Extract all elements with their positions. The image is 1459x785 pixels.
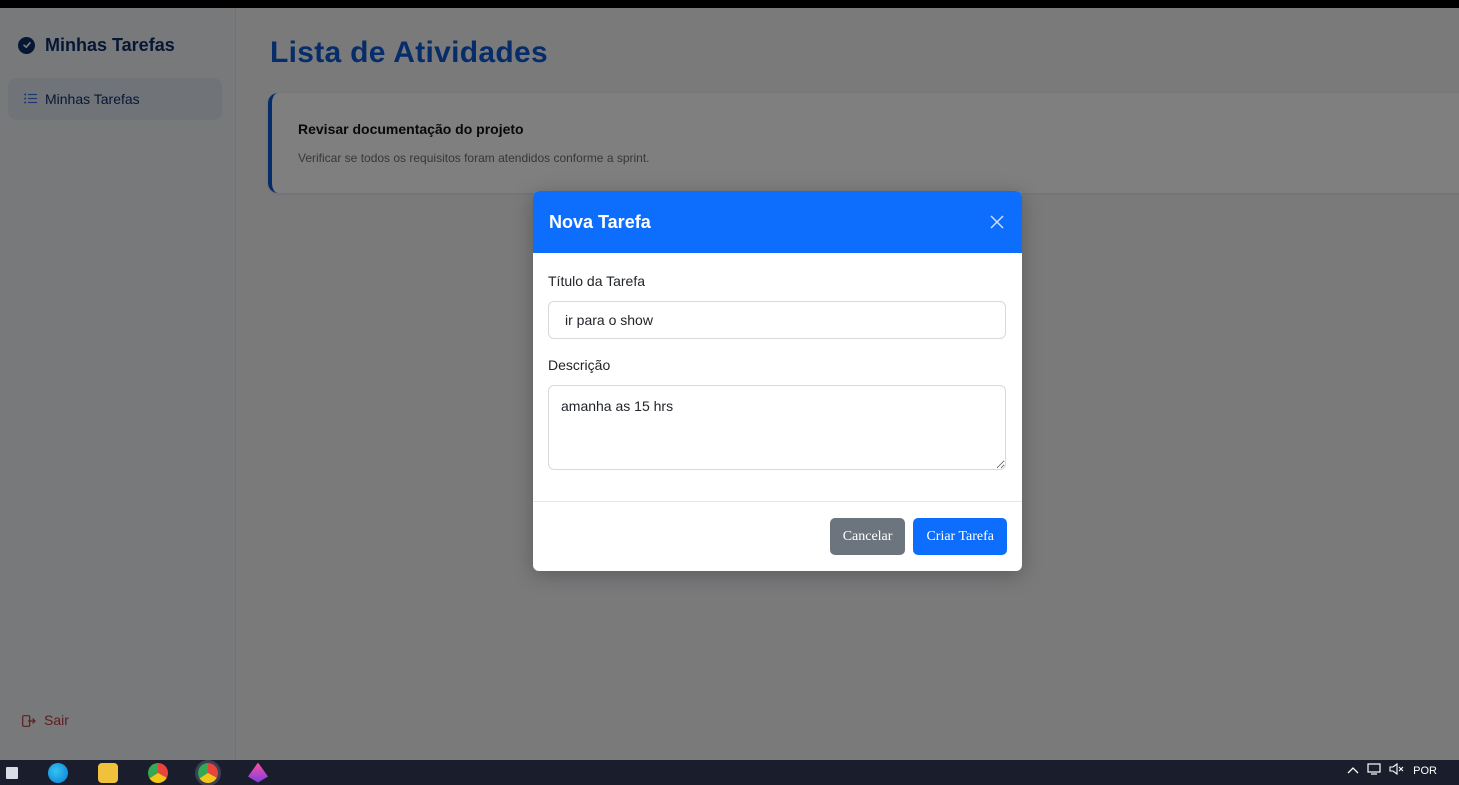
taskbar-icons	[0, 762, 268, 783]
chevron-up-icon[interactable]	[1347, 765, 1359, 777]
cancel-button[interactable]: Cancelar	[829, 518, 906, 555]
task-title-input[interactable]	[548, 301, 1006, 339]
taskbar: POR	[0, 760, 1459, 785]
top-strip	[0, 0, 1459, 8]
chrome-profile-icon[interactable]	[198, 762, 218, 783]
description-label: Descrição	[548, 357, 611, 373]
close-button[interactable]	[986, 211, 1008, 233]
system-tray: POR	[1347, 762, 1437, 778]
modal-footer: Cancelar Criar Tarefa	[533, 502, 1022, 555]
modal-header: Nova Tarefa	[533, 191, 1022, 253]
edge-icon[interactable]	[48, 762, 68, 783]
description-textarea[interactable]: amanha as 15 hrs	[548, 385, 1006, 470]
network-icon[interactable]	[1367, 763, 1381, 778]
close-icon	[990, 215, 1004, 229]
file-explorer-icon[interactable]	[98, 762, 118, 783]
chrome-icon[interactable]	[148, 762, 168, 783]
modal-body: Título da Tarefa Descrição amanha as 15 …	[533, 253, 1022, 502]
modal-title: Nova Tarefa	[549, 211, 651, 232]
volume-muted-icon[interactable]	[1389, 762, 1405, 778]
app-drop-icon[interactable]	[248, 762, 268, 783]
start-icon[interactable]	[6, 766, 18, 779]
task-title-label: Título da Tarefa	[548, 273, 646, 289]
create-task-button[interactable]: Criar Tarefa	[913, 518, 1007, 555]
language-indicator[interactable]: POR	[1413, 765, 1437, 777]
new-task-modal: Nova Tarefa Título da Tarefa Descrição a…	[533, 191, 1022, 571]
